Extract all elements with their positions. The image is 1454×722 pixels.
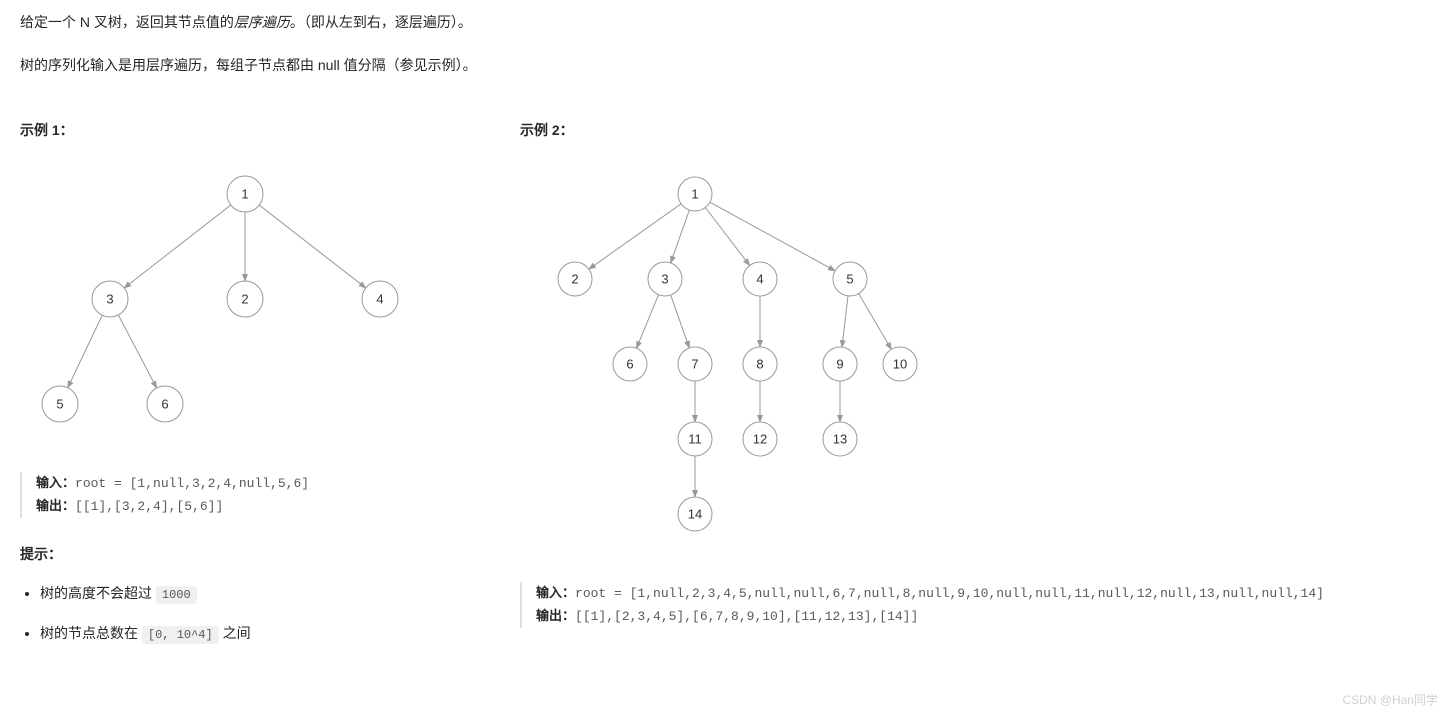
example-1-io: 输入：root = [1,null,3,2,4,null,5,6] 输出：[[1… — [20, 472, 480, 518]
tree-node-label: 14 — [688, 506, 702, 521]
tree-node-label: 6 — [161, 396, 168, 411]
tree-edge — [842, 295, 848, 346]
hint-item-2: 树的节点总数在 [0, 10^4] 之间 — [40, 621, 480, 647]
hint-text: 之间 — [219, 625, 251, 641]
hints-title: 提示： — [20, 542, 480, 567]
tree-node-label: 12 — [753, 431, 767, 446]
input-label: 输入： — [36, 475, 75, 490]
example-2-input: 输入：root = [1,null,2,3,4,5,null,null,6,7,… — [536, 582, 1434, 605]
tree-node-label: 7 — [691, 356, 698, 371]
tree-node-label: 11 — [688, 431, 702, 446]
problem-description: 给定一个 N 叉树，返回其节点值的层序遍历。（即从左到右，逐层遍历）。 树的序列… — [20, 10, 1434, 78]
tree-node-label: 4 — [376, 291, 383, 306]
examples-container: 示例 1： 132456 输入：root = [1,null,3,2,4,nul… — [20, 118, 1434, 660]
tree-node-label: 1 — [241, 186, 248, 201]
tree-edge — [859, 293, 892, 349]
tree-edge — [705, 207, 749, 265]
example-2: 示例 2： 1234567891011121314 输入：root = [1,n… — [520, 118, 1434, 660]
tree-node-label: 5 — [846, 271, 853, 286]
example-1-output: 输出：[[1],[3,2,4],[5,6]] — [36, 495, 480, 518]
problem-line-1: 给定一个 N 叉树，返回其节点值的层序遍历。（即从左到右，逐层遍历）。 — [20, 10, 1434, 35]
tree-edge — [124, 205, 231, 288]
tree-node-label: 3 — [661, 271, 668, 286]
tree-node-label: 8 — [756, 356, 763, 371]
hint-code: [0, 10^4] — [142, 626, 219, 644]
output-label: 输出： — [36, 498, 75, 513]
tree-edge — [636, 294, 658, 348]
output-value: [[1],[3,2,4],[5,6]] — [75, 499, 223, 514]
hint-text: 树的高度不会超过 — [40, 585, 156, 601]
hint-item-1: 树的高度不会超过 1000 — [40, 581, 480, 607]
tree-node-label: 2 — [241, 291, 248, 306]
problem-line-2: 树的序列化输入是用层序遍历，每组子节点都由 null 值分隔（参见示例）。 — [20, 53, 1434, 78]
example-1-title: 示例 1： — [20, 118, 480, 143]
hints-list: 树的高度不会超过 1000 树的节点总数在 [0, 10^4] 之间 — [20, 581, 480, 646]
input-value: root = [1,null,3,2,4,null,5,6] — [75, 476, 309, 491]
tree-edge — [671, 210, 690, 263]
example-2-tree: 1234567891011121314 — [520, 164, 930, 544]
output-label: 输出： — [536, 608, 575, 623]
tree-node-label: 10 — [893, 356, 907, 371]
tree-node-label: 6 — [626, 356, 633, 371]
italic-text: 层序遍历 — [234, 14, 290, 30]
input-label: 输入： — [536, 585, 575, 600]
tree-node-label: 4 — [756, 271, 763, 286]
output-value: [[1],[2,3,4,5],[6,7,8,9,10],[11,12,13],[… — [575, 609, 918, 624]
tree-edge — [259, 205, 366, 288]
tree-node-label: 2 — [571, 271, 578, 286]
watermark-text: CSDN @Han同学 — [1342, 690, 1438, 712]
text: 。（即从左到右，逐层遍历）。 — [290, 14, 472, 30]
tree-node-label: 3 — [106, 291, 113, 306]
tree-node-label: 13 — [833, 431, 847, 446]
example-1: 示例 1： 1 3 2 4 5 6 输入：root = [1,null,3,2,4,nul… — [20, 118, 480, 660]
tree-node-label: 5 — [56, 396, 63, 411]
example-2-title: 示例 2： — [520, 118, 1434, 143]
hint-text: 树的节点总数在 — [40, 625, 142, 641]
tree-edge — [710, 202, 835, 271]
text: 给定一个 N 叉树，返回其节点值的 — [20, 14, 234, 30]
tree-edge — [589, 203, 681, 268]
tree-node-label: 9 — [836, 356, 843, 371]
tree-edge — [671, 295, 690, 348]
example-2-io: 输入：root = [1,null,2,3,4,5,null,null,6,7,… — [520, 582, 1434, 628]
tree-node-label: 1 — [691, 186, 698, 201]
input-value: root = [1,null,2,3,4,5,null,null,6,7,nul… — [575, 586, 1324, 601]
example-2-output: 输出：[[1],[2,3,4,5],[6,7,8,9,10],[11,12,13… — [536, 605, 1434, 628]
tree-edge — [118, 315, 156, 388]
hints-section: 提示： 树的高度不会超过 1000 树的节点总数在 [0, 10^4] 之间 — [20, 542, 480, 646]
example-1-input: 输入：root = [1,null,3,2,4,null,5,6] — [36, 472, 480, 495]
hint-code: 1000 — [156, 586, 197, 604]
example-1-tree: 1 3 2 4 5 6 — [20, 164, 430, 434]
tree-edge — [68, 315, 103, 387]
